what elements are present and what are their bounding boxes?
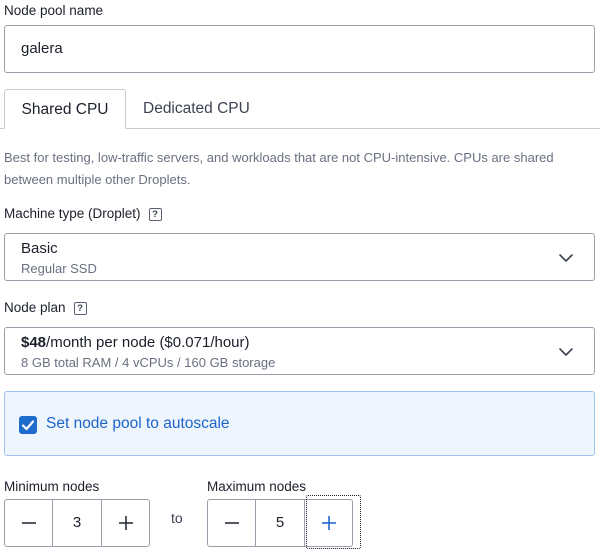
- tab-dedicated-cpu[interactable]: Dedicated CPU: [143, 89, 250, 129]
- chevron-down-icon: [559, 254, 573, 262]
- max-nodes-decrement-button[interactable]: [208, 500, 256, 546]
- autoscale-label[interactable]: Set node pool to autoscale: [46, 415, 230, 433]
- machine-type-select[interactable]: Basic Regular SSD: [4, 233, 595, 281]
- max-nodes-label: Maximum nodes: [207, 479, 307, 494]
- node-pool-name-input[interactable]: galera: [4, 25, 595, 73]
- checkmark-icon: [21, 420, 35, 431]
- min-nodes-value[interactable]: 3: [53, 500, 101, 546]
- minus-icon: [22, 522, 36, 524]
- node-plan-label: Node plan?: [4, 300, 87, 315]
- help-icon[interactable]: ?: [148, 208, 162, 221]
- node-pool-name-label: Node pool name: [4, 3, 104, 18]
- machine-type-label: Machine type (Droplet)?: [4, 206, 162, 221]
- tab-shared-cpu[interactable]: Shared CPU: [4, 89, 126, 129]
- minus-icon: [225, 522, 239, 524]
- cpu-description: Best for testing, low-traffic servers, a…: [4, 150, 554, 187]
- machine-type-label-text: Machine type (Droplet): [4, 206, 141, 221]
- autoscale-checkbox[interactable]: [19, 416, 37, 434]
- plus-icon: [119, 516, 133, 530]
- node-plan-select[interactable]: $48/month per node ($0.071/hour) 8 GB to…: [4, 327, 595, 375]
- node-plan-specs: 8 GB total RAM / 4 vCPUs / 160 GB storag…: [21, 355, 276, 370]
- min-nodes-label: Minimum nodes: [4, 479, 100, 494]
- node-plan-selected: $48/month per node ($0.071/hour): [21, 334, 250, 351]
- focus-ring: [306, 495, 361, 549]
- node-plan-label-text: Node plan: [4, 300, 66, 315]
- min-nodes-stepper: 3: [4, 499, 150, 547]
- autoscale-panel: Set node pool to autoscale: [4, 391, 595, 456]
- min-nodes-decrement-button[interactable]: [5, 500, 53, 546]
- machine-type-selected: Basic: [21, 240, 58, 257]
- help-icon[interactable]: ?: [73, 302, 87, 315]
- range-separator: to: [171, 510, 183, 526]
- machine-type-subtitle: Regular SSD: [21, 261, 97, 276]
- node-plan-price-suffix: /month per node ($0.071/hour): [46, 334, 250, 351]
- node-plan-price: $48: [21, 334, 47, 351]
- chevron-down-icon: [559, 348, 573, 356]
- max-nodes-value[interactable]: 5: [256, 500, 304, 546]
- min-nodes-increment-button[interactable]: [101, 500, 149, 546]
